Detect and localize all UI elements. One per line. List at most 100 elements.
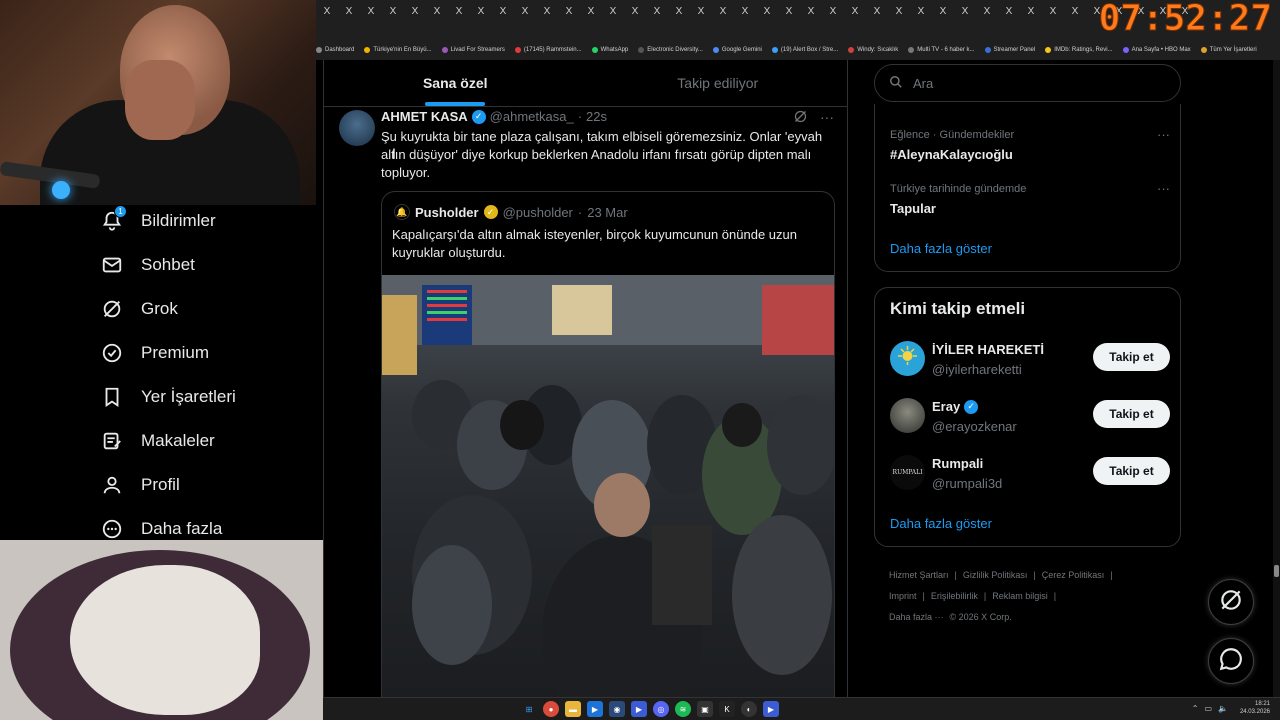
quoted-tweet[interactable]: 🔔 Pusholder ✓ @pusholder · 23 Mar Kapalı…: [381, 191, 835, 700]
browser-tab[interactable]: X: [536, 0, 558, 22]
follow-show-more-link[interactable]: Daha fazla göster: [890, 516, 1170, 536]
network-icon[interactable]: ▭: [1204, 704, 1212, 713]
bookmark-item[interactable]: (19) Alert Box / Stre...: [771, 47, 838, 53]
app-icon[interactable]: ▶: [631, 701, 647, 717]
chevron-up-icon[interactable]: ⌃: [1192, 704, 1199, 713]
avatar[interactable]: [890, 341, 925, 376]
footer-link[interactable]: Erişilebilirlik: [931, 591, 978, 601]
nav-grok[interactable]: Grok: [100, 294, 178, 324]
account-name[interactable]: Rumpali: [932, 456, 983, 471]
obs-icon[interactable]: ◐: [741, 701, 757, 717]
chrome-icon[interactable]: ●: [543, 701, 559, 717]
tweet-time[interactable]: 22s: [586, 109, 607, 124]
more-options-icon[interactable]: ···: [1157, 127, 1170, 142]
page-scrollbar[interactable]: [1273, 60, 1280, 700]
follow-suggestion[interactable]: İYİLER HAREKETİ @iyilerhareketti Takip e…: [890, 341, 1170, 381]
windows-start-icon[interactable]: ⊞: [521, 701, 537, 717]
nav-premium[interactable]: Premium: [100, 338, 209, 368]
browser-tab[interactable]: X: [998, 0, 1020, 22]
tab-following[interactable]: Takip ediliyor: [587, 60, 848, 106]
browser-tab[interactable]: X: [580, 0, 602, 22]
bookmark-item[interactable]: (17145) Rammstein...: [514, 47, 582, 53]
browser-tab[interactable]: X: [800, 0, 822, 22]
follow-suggestion[interactable]: Eray ✓ @erayozkenar Takip et: [890, 398, 1170, 438]
bookmark-item[interactable]: IMDb: Ratings, Revi...: [1045, 47, 1113, 53]
footer-link[interactable]: © 2026 X Corp.: [950, 612, 1012, 622]
footer-link[interactable]: Daha fazla ···: [889, 612, 944, 622]
avatar[interactable]: [890, 398, 925, 433]
account-name-row[interactable]: Eray ✓: [932, 399, 979, 414]
browser-tab[interactable]: X: [778, 0, 800, 22]
browser-tab[interactable]: X: [734, 0, 756, 22]
app-icon[interactable]: ▣: [697, 701, 713, 717]
grok-icon[interactable]: [793, 109, 808, 127]
browser-tab[interactable]: X: [624, 0, 646, 22]
quote-photo[interactable]: [382, 275, 834, 700]
bookmark-item[interactable]: Google Gemini: [712, 47, 762, 53]
steam-icon[interactable]: ◉: [609, 701, 625, 717]
browser-tab[interactable]: X: [866, 0, 888, 22]
browser-tab[interactable]: X: [844, 0, 866, 22]
nav-bookmarks[interactable]: Yer İşaretleri: [100, 382, 236, 412]
footer-link[interactable]: Imprint: [889, 591, 917, 601]
browser-tab[interactable]: X: [756, 0, 778, 22]
system-clock[interactable]: 18:21 24.03.2026: [1240, 700, 1270, 716]
trend-item[interactable]: Eğlence · Gündemdekiler #AleynaKalaycıoğ…: [890, 127, 1170, 162]
browser-tab[interactable]: X: [382, 0, 404, 22]
folder-icon[interactable]: ▬: [565, 701, 581, 717]
nav-articles[interactable]: Makaleler: [100, 426, 215, 456]
browser-tab[interactable]: X: [492, 0, 514, 22]
avatar[interactable]: RUMPALI: [890, 455, 925, 490]
bookmark-item[interactable]: Dashboard: [316, 47, 354, 53]
browser-tab[interactable]: X: [316, 0, 338, 22]
browser-tab[interactable]: X: [338, 0, 360, 22]
spotify-icon[interactable]: ≋: [675, 701, 691, 717]
bookmark-item[interactable]: Multi TV - 6 haber k...: [908, 47, 975, 53]
browser-tab[interactable]: X: [558, 0, 580, 22]
grok-floating-button[interactable]: [1208, 579, 1254, 625]
browser-tab[interactable]: X: [360, 0, 382, 22]
search-input[interactable]: Ara: [913, 76, 933, 91]
tweet-author-name[interactable]: AHMET KASA: [381, 109, 468, 124]
browser-tab[interactable]: X: [470, 0, 492, 22]
bookmark-item[interactable]: Tüm Yer İşaretleri: [1200, 47, 1257, 53]
more-options-icon[interactable]: ···: [820, 109, 834, 127]
bookmark-item[interactable]: Streamer Panel: [984, 47, 1035, 53]
account-handle[interactable]: @erayozkenar: [932, 419, 1017, 434]
scrollbar-thumb[interactable]: [1274, 565, 1279, 577]
bookmark-item[interactable]: WhatsApp: [591, 47, 628, 53]
tab-for-you[interactable]: Sana özel: [324, 60, 587, 106]
browser-tab[interactable]: X: [712, 0, 734, 22]
more-options-icon[interactable]: ···: [1157, 181, 1170, 196]
kick-icon[interactable]: K: [719, 701, 735, 717]
browser-tab[interactable]: X: [1020, 0, 1042, 22]
account-handle[interactable]: @iyilerhareketti: [932, 362, 1022, 377]
browser-tab[interactable]: X: [932, 0, 954, 22]
browser-tab[interactable]: X: [514, 0, 536, 22]
app-icon[interactable]: ▶: [763, 701, 779, 717]
browser-tab[interactable]: X: [976, 0, 998, 22]
follow-button[interactable]: Takip et: [1093, 400, 1170, 428]
volume-icon[interactable]: 🔈: [1218, 704, 1228, 713]
nav-messages[interactable]: Sohbet: [100, 250, 195, 280]
browser-tab[interactable]: X: [1042, 0, 1064, 22]
avatar[interactable]: [339, 110, 375, 146]
browser-tab[interactable]: X: [646, 0, 668, 22]
browser-tab[interactable]: X: [954, 0, 976, 22]
tweet-author-handle[interactable]: @ahmetkasa_: [490, 109, 574, 124]
browser-tab[interactable]: X: [690, 0, 712, 22]
follow-suggestion[interactable]: RUMPALI Rumpali @rumpali3d Takip et: [890, 455, 1170, 495]
browser-tab[interactable]: X: [822, 0, 844, 22]
bookmark-item[interactable]: Windy: Sıcaklık: [848, 47, 898, 53]
footer-link[interactable]: Reklam bilgisi: [992, 591, 1048, 601]
nav-profile[interactable]: Profil: [100, 470, 180, 500]
messages-floating-button[interactable]: [1208, 638, 1254, 684]
search-box[interactable]: Ara: [874, 64, 1181, 102]
trend-item[interactable]: Türkiye tarihinde gündemde Tapular ···: [890, 181, 1170, 216]
follow-button[interactable]: Takip et: [1093, 343, 1170, 371]
account-handle[interactable]: @rumpali3d: [932, 476, 1002, 491]
discord-icon[interactable]: ◎: [653, 701, 669, 717]
browser-tab[interactable]: X: [910, 0, 932, 22]
bookmark-item[interactable]: Electronic Diversity...: [638, 47, 703, 53]
browser-tab[interactable]: X: [1064, 0, 1086, 22]
